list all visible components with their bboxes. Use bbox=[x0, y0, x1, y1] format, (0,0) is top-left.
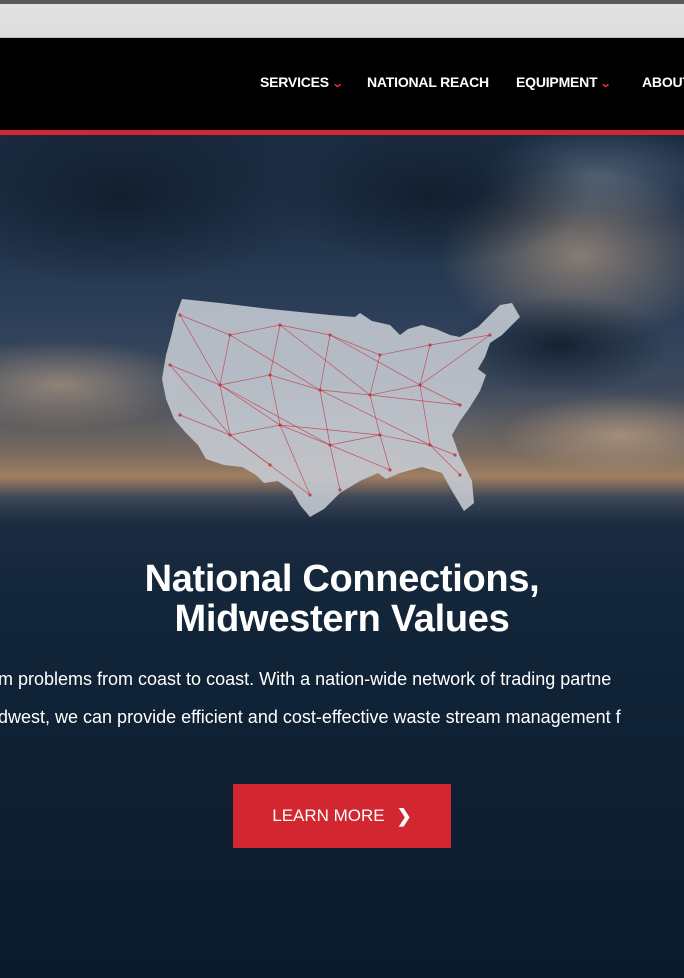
chevron-down-icon: ⌄ bbox=[331, 77, 344, 90]
nav-item-label: EQUIPMENT bbox=[516, 74, 598, 90]
chevron-right-icon: ❯ bbox=[396, 805, 412, 826]
nav-item-label: SERVICES bbox=[260, 74, 329, 90]
hero-headline-line1: National Connections, bbox=[144, 558, 540, 600]
main-navbar: SERVICES ⌄ NATIONAL REACH EQUIPMENT ⌄ AB… bbox=[0, 38, 684, 135]
browser-chrome bbox=[0, 0, 684, 38]
learn-more-label: LEARN MORE bbox=[272, 806, 385, 825]
hero-body-line1: m problems from coast to coast. With a n… bbox=[0, 669, 612, 689]
hero-headline-line2: Midwestern Values bbox=[174, 598, 510, 640]
nav-item-equipment[interactable]: EQUIPMENT ⌄ bbox=[516, 74, 612, 90]
nav-item-services[interactable]: SERVICES ⌄ bbox=[260, 74, 344, 90]
nav-item-label: NATIONAL REACH bbox=[367, 74, 489, 90]
hero-body-line2: dwest, we can provide efficient and cost… bbox=[0, 707, 621, 727]
chevron-down-icon: ⌄ bbox=[600, 77, 612, 90]
learn-more-button[interactable]: LEARN MORE ❯ bbox=[233, 784, 451, 848]
nav-item-about[interactable]: ABOUT bbox=[642, 74, 684, 90]
us-map-network-icon bbox=[162, 299, 520, 517]
hero-headline: National Connections, Midwestern Values bbox=[0, 559, 684, 639]
nav-item-national-reach[interactable]: NATIONAL REACH bbox=[367, 74, 489, 90]
hero-background-clouds bbox=[0, 135, 684, 475]
nav-item-label: ABOUT bbox=[642, 74, 684, 90]
hero-section: National Connections, Midwestern Values … bbox=[0, 135, 684, 978]
